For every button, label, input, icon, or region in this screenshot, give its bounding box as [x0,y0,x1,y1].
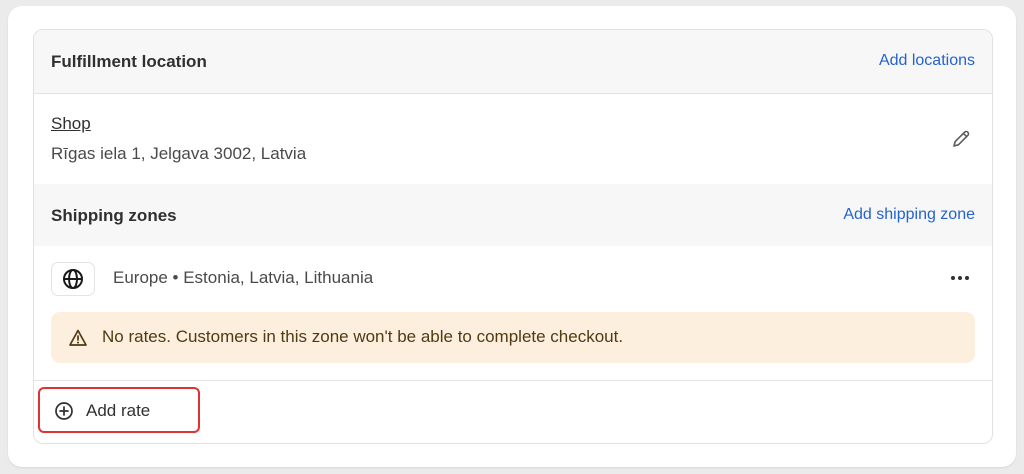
shipping-card: Fulfillment location Add locations Shop … [8,6,1016,467]
plus-circle-icon [55,402,73,420]
add-locations-link[interactable]: Add locations [879,52,975,70]
globe-icon [51,262,95,296]
warning-triangle-icon [69,329,87,346]
location-name-link[interactable]: Shop [51,114,91,134]
zone-label: Europe • Estonia, Latvia, Lithuania [113,268,374,287]
shipping-zones-title: Shipping zones [51,206,177,225]
no-rates-warning: No rates. Customers in this zone won't b… [51,312,975,363]
shipping-zone-row: Europe • Estonia, Latvia, Lithuania [34,246,992,316]
add-rate-label: Add rate [86,401,151,420]
fulfillment-header: Fulfillment location Add locations [34,30,992,94]
fulfillment-location-card: Fulfillment location Add locations Shop … [33,29,993,444]
pencil-icon[interactable] [950,128,972,150]
warning-text: No rates. Customers in this zone won't b… [102,327,624,346]
location-row: Shop Rīgas iela 1, Jelgava 3002, Latvia [34,94,992,184]
location-address: Rīgas iela 1, Jelgava 3002, Latvia [51,144,307,163]
more-actions-icon[interactable] [948,268,972,288]
add-shipping-zone-link[interactable]: Add shipping zone [843,206,975,224]
shipping-zones-header: Shipping zones Add shipping zone [34,184,992,246]
divider [34,380,992,381]
add-rate-button[interactable]: Add rate [38,387,200,433]
fulfillment-title: Fulfillment location [51,52,207,71]
